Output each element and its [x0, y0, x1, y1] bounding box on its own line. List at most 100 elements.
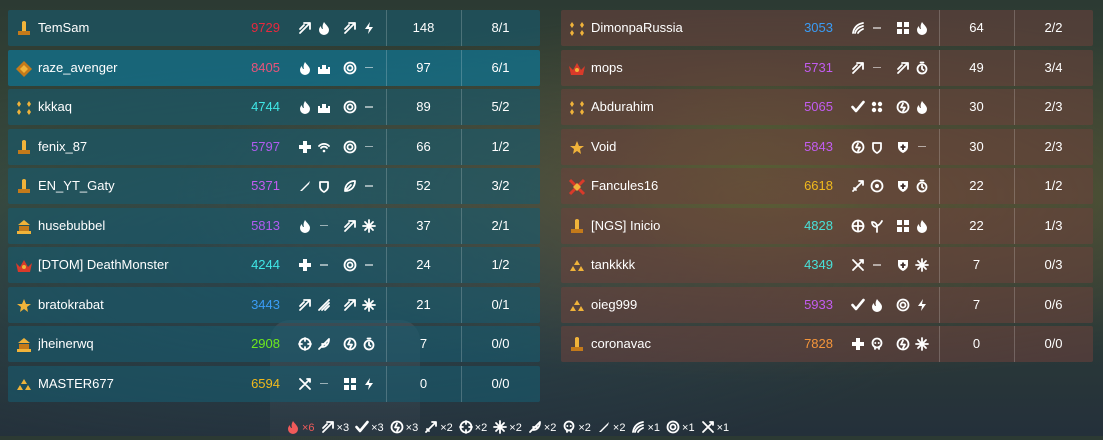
player-name: husebubbel [38, 217, 106, 233]
player-name: [NGS] Inicio [591, 217, 661, 233]
empty-slot-dash [320, 264, 328, 266]
player-row[interactable]: oieg999 5933 7 0/6 [561, 286, 1093, 323]
player-row[interactable]: fenix_87 5797 66 1/2 [8, 128, 540, 165]
empty-slot-dash [320, 382, 328, 384]
player-row[interactable]: Void 5843 30 2/3 [561, 128, 1093, 165]
target-icon [343, 140, 357, 154]
player-kd: 3/4 [1044, 59, 1063, 75]
grid-icon [896, 219, 910, 233]
empty-slot-dash [873, 264, 881, 266]
crosshair-icon [298, 337, 312, 351]
player-row[interactable]: bratokrabat 3443 21 0/1 [8, 286, 540, 323]
player-kd: 6/1 [491, 59, 510, 75]
target-icon [343, 61, 357, 75]
player-score: 37 [416, 217, 431, 233]
flame-icon [286, 420, 302, 437]
player-row[interactable]: husebubbel 5813 37 2/1 [8, 207, 540, 244]
perk-summary-count: ×2 [440, 422, 453, 434]
wing-icon [631, 420, 647, 437]
wrench-icon [298, 377, 312, 391]
player-kd: 0/1 [491, 296, 510, 312]
arrow-icon [896, 61, 910, 75]
rank-pillar-icon [15, 10, 33, 46]
player-score: 7 [972, 296, 981, 312]
player-row[interactable]: EN_YT_Gaty 5371 52 3/2 [8, 168, 540, 204]
empty-slot-dash [873, 27, 881, 29]
player-kd: 1/3 [1044, 217, 1063, 233]
player-name: EN_YT_Gaty [38, 178, 115, 193]
sword-icon [424, 420, 440, 437]
player-kd: 5/2 [491, 99, 510, 114]
bolt-icon [915, 298, 929, 312]
timer-icon [915, 61, 929, 75]
rank-cross-icon [568, 168, 586, 204]
player-row[interactable]: tankkkk 4349 7 0/3 [561, 247, 1093, 283]
skull-icon [562, 420, 578, 437]
perk-summary-count: ×3 [371, 422, 384, 434]
castle-icon [317, 100, 331, 114]
dots-icon [870, 100, 884, 114]
flame-icon [870, 298, 884, 312]
player-row[interactable]: DimonpaRussia 3053 64 2/2 [561, 10, 1093, 46]
player-row[interactable]: TemSam 9729 148 8/1 [8, 10, 540, 46]
shield-plus-icon [896, 258, 910, 272]
player-row[interactable]: jheinerwq 2908 7 0/0 [8, 326, 540, 362]
sprout-icon [870, 219, 884, 233]
player-rating: 6594 [251, 375, 280, 391]
player-name: TemSam [38, 20, 90, 35]
target-icon [666, 420, 682, 437]
player-name: kkkaq [38, 99, 72, 114]
player-rating: 2908 [251, 336, 280, 351]
empty-slot-dash [365, 66, 373, 68]
player-name: mops [591, 59, 623, 75]
player-row[interactable]: [NGS] Inicio 4828 22 1/3 [561, 207, 1093, 244]
feather-icon [317, 337, 331, 351]
perk-summary-count: ×1 [682, 422, 695, 434]
player-row[interactable]: kkkaq 4744 89 5/2 [8, 89, 540, 125]
player-rating: 5797 [251, 138, 280, 154]
player-score: 89 [416, 99, 431, 114]
player-row[interactable]: coronavac 7828 0 0/0 [561, 326, 1093, 362]
perk-summary-item: ×3 [321, 420, 349, 437]
perk-summary-item: ×3 [355, 420, 384, 437]
player-kd: 1/2 [491, 257, 510, 272]
perk-summary-count: ×2 [474, 422, 488, 434]
power-icon [896, 100, 910, 114]
player-name: raze_avenger [38, 59, 118, 75]
rank-triad-icon [15, 366, 33, 402]
perk-summary-item: ×2 [528, 420, 556, 437]
player-row[interactable]: MASTER677 6594 0 0/0 [8, 365, 540, 402]
rank-temple-icon [15, 208, 33, 244]
arrow-icon [343, 219, 357, 233]
player-name: coronavac [591, 336, 651, 351]
player-kd: 3/2 [491, 178, 510, 193]
player-score: 49 [969, 59, 984, 75]
empty-slot-dash [365, 185, 373, 187]
flame-icon [298, 100, 312, 114]
player-row[interactable]: raze_avenger 8405 97 6/1 [8, 49, 540, 86]
perk-summary-item: ×3 [390, 420, 418, 437]
player-row[interactable]: Fancules16 6618 22 1/2 [561, 168, 1093, 204]
rank-crown-icon [15, 247, 33, 283]
skull-icon [870, 337, 884, 351]
rank-gems-icon [568, 89, 586, 125]
power-icon [390, 420, 406, 437]
player-kd: 2/3 [1044, 138, 1063, 154]
arrow-icon [298, 21, 312, 35]
rank-triad-icon [568, 247, 586, 283]
player-row[interactable]: Abdurahim 5065 30 2/3 [561, 89, 1093, 125]
perk-summary-count: ×2 [578, 422, 591, 434]
power-icon [851, 140, 865, 154]
player-score: 148 [412, 20, 435, 35]
empty-slot-dash [320, 224, 328, 226]
player-kd: 1/2 [1044, 178, 1063, 193]
power-icon [896, 337, 910, 351]
signal-icon [317, 140, 331, 154]
player-name: DimonpaRussia [591, 20, 683, 35]
player-rating: 4828 [804, 217, 833, 233]
player-kd: 0/0 [491, 336, 510, 351]
bolt-icon [362, 377, 376, 391]
player-row[interactable]: mops 5731 49 3/4 [561, 49, 1093, 86]
player-row[interactable]: [DTOM] DeathMonster 4244 24 1/2 [8, 247, 540, 283]
rank-pillar-icon [15, 168, 33, 204]
